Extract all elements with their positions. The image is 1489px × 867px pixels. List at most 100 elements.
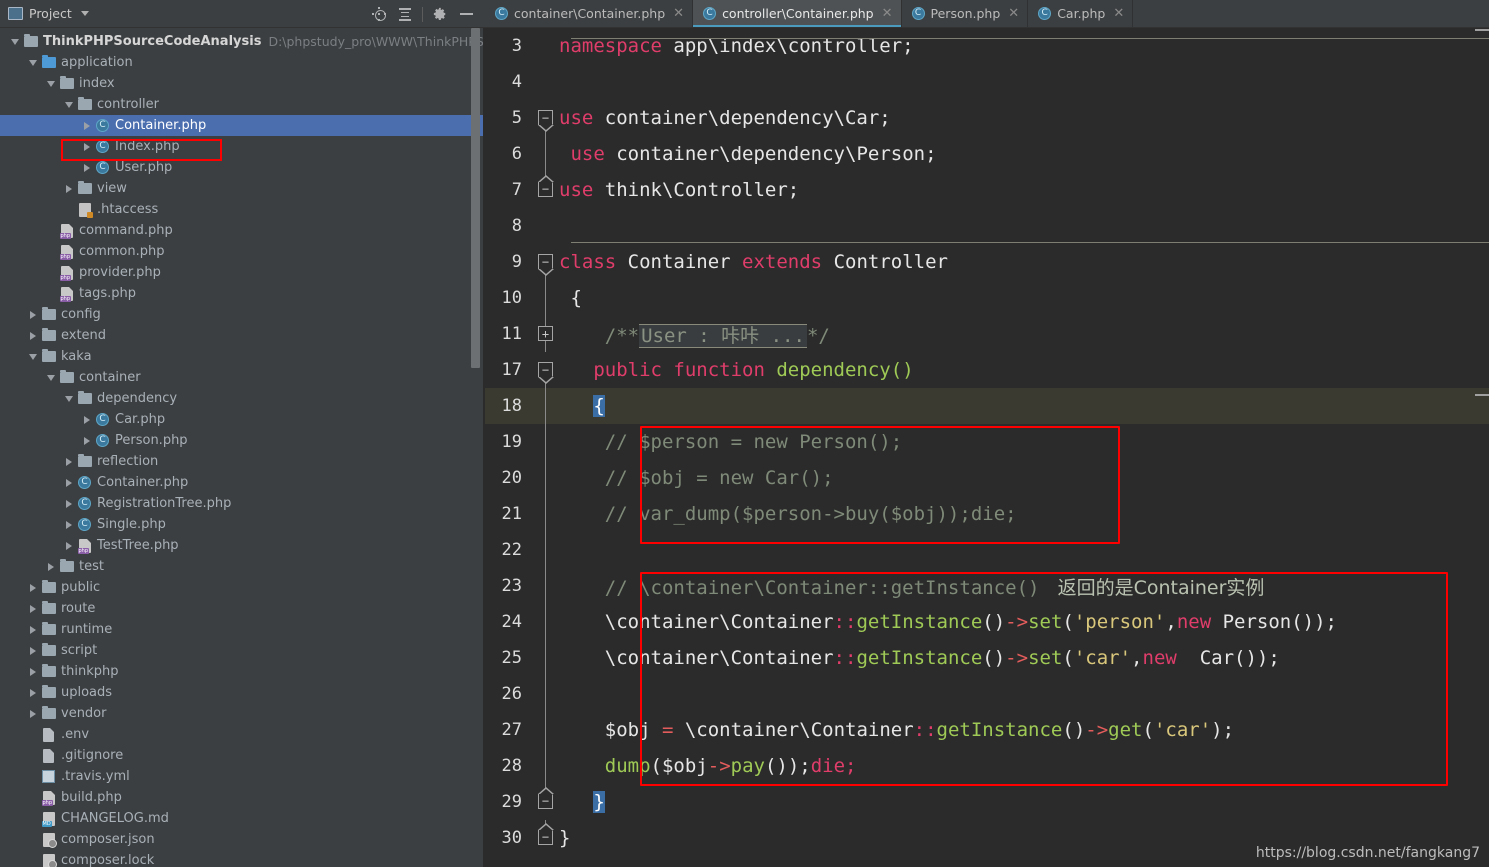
chevron-right-icon[interactable] <box>80 122 94 130</box>
gutter[interactable]: − <box>532 352 558 388</box>
gutter[interactable] <box>532 388 558 424</box>
chevron-right-icon[interactable] <box>44 563 58 571</box>
chevron-down-icon[interactable] <box>62 102 76 108</box>
tree-item-registrationtree-php[interactable]: C RegistrationTree.php <box>0 493 485 514</box>
tree-item-script[interactable]: script <box>0 640 485 661</box>
tree-item-htaccess[interactable]: .htaccess <box>0 199 485 220</box>
chevron-right-icon[interactable] <box>62 479 76 487</box>
tree-item-public[interactable]: public <box>0 577 485 598</box>
chevron-down-icon[interactable] <box>8 39 22 45</box>
chevron-right-icon[interactable] <box>26 605 40 613</box>
close-icon[interactable]: ✕ <box>882 7 893 20</box>
tree-item-uploads[interactable]: uploads <box>0 682 485 703</box>
tree-item-user-php[interactable]: C User.php <box>0 157 485 178</box>
chevron-right-icon[interactable] <box>26 668 40 676</box>
editor-tab-controller-container[interactable]: C controller\Container.php ✕ <box>693 0 902 27</box>
tree-item-application[interactable]: application <box>0 52 485 73</box>
tree-item-dependency[interactable]: dependency <box>0 388 485 409</box>
locate-icon[interactable] <box>366 1 392 27</box>
chevron-right-icon[interactable] <box>26 689 40 697</box>
close-icon[interactable]: ✕ <box>673 7 684 20</box>
gutter[interactable] <box>532 604 558 640</box>
sidebar-scrollbar-thumb[interactable] <box>471 28 480 368</box>
gutter[interactable]: − <box>532 100 558 136</box>
tree-item-config[interactable]: config <box>0 304 485 325</box>
tree-item-controller[interactable]: controller <box>0 94 485 115</box>
chevron-right-icon[interactable] <box>62 458 76 466</box>
tree-item-index[interactable]: index <box>0 73 485 94</box>
fold-collapse-icon[interactable]: − <box>538 110 554 132</box>
fold-collapse-icon[interactable]: − <box>538 823 554 845</box>
gutter[interactable]: − <box>532 820 558 856</box>
gutter[interactable] <box>532 712 558 748</box>
tree-item-route[interactable]: route <box>0 598 485 619</box>
chevron-right-icon[interactable] <box>80 437 94 445</box>
tree-item-kaka[interactable]: kaka <box>0 346 485 367</box>
tree-item-common-php[interactable]: common.php <box>0 241 485 262</box>
fold-collapse-icon[interactable]: − <box>538 175 554 197</box>
tree-item-person-php[interactable]: C Person.php <box>0 430 485 451</box>
gutter[interactable] <box>532 28 558 64</box>
project-panel-title-group[interactable]: Project <box>0 6 89 21</box>
chevron-right-icon[interactable] <box>62 521 76 529</box>
editor-tab-person[interactable]: C Person.php ✕ <box>902 0 1029 27</box>
chevron-right-icon[interactable] <box>26 710 40 718</box>
tree-item-gitignore[interactable]: .gitignore <box>0 745 485 766</box>
close-icon[interactable]: ✕ <box>1008 7 1019 20</box>
chevron-down-icon[interactable] <box>44 375 58 381</box>
chevron-right-icon[interactable] <box>80 416 94 424</box>
chevron-right-icon[interactable] <box>62 500 76 508</box>
gutter[interactable] <box>532 640 558 676</box>
chevron-right-icon[interactable] <box>26 311 40 319</box>
tree-item-composer-json[interactable]: composer.json <box>0 829 485 850</box>
gutter[interactable]: − <box>532 172 558 208</box>
tree-item-command-php[interactable]: command.php <box>0 220 485 241</box>
minimize-icon[interactable] <box>453 1 479 27</box>
gutter[interactable]: − <box>532 784 558 820</box>
chevron-right-icon[interactable] <box>26 332 40 340</box>
chevron-down-icon[interactable] <box>44 81 58 87</box>
chevron-right-icon[interactable] <box>62 185 76 193</box>
chevron-down-icon[interactable] <box>26 354 40 360</box>
tree-item-index-php[interactable]: C Index.php <box>0 136 485 157</box>
tree-item-vendor[interactable]: vendor <box>0 703 485 724</box>
tree-item-thinkphpsourcecodeanalysis[interactable]: ThinkPHPSourceCodeAnalysis D:\phpstudy_pr… <box>0 31 485 52</box>
code-editor[interactable]: 3 namespace app\index\controller; 4 5 − <box>485 28 1489 867</box>
gutter[interactable] <box>532 496 558 532</box>
chevron-right-icon[interactable] <box>80 143 94 151</box>
gutter[interactable] <box>532 208 558 244</box>
fold-collapse-icon[interactable]: − <box>538 254 554 276</box>
gutter[interactable] <box>532 136 558 172</box>
tree-item-build-php[interactable]: build.php <box>0 787 485 808</box>
gutter[interactable] <box>532 64 558 100</box>
close-icon[interactable]: ✕ <box>1113 7 1124 20</box>
gutter[interactable] <box>532 532 558 568</box>
tree-item-car-php[interactable]: C Car.php <box>0 409 485 430</box>
tree-item-thinkphp[interactable]: thinkphp <box>0 661 485 682</box>
chevron-down-icon[interactable] <box>80 11 89 16</box>
tree-item-container-php[interactable]: C Container.php <box>0 472 485 493</box>
tree-item-extend[interactable]: extend <box>0 325 485 346</box>
tree-item-reflection[interactable]: reflection <box>0 451 485 472</box>
editor-tab-car[interactable]: C Car.php ✕ <box>1028 0 1134 27</box>
gutter[interactable] <box>532 568 558 604</box>
gutter[interactable] <box>532 460 558 496</box>
collapse-all-icon[interactable] <box>392 1 418 27</box>
tree-item-container-php[interactable]: C Container.php <box>0 115 485 136</box>
gutter[interactable] <box>532 676 558 712</box>
tree-item-provider-php[interactable]: provider.php <box>0 262 485 283</box>
tree-item-tags-php[interactable]: tags.php <box>0 283 485 304</box>
tree-item-env[interactable]: .env <box>0 724 485 745</box>
chevron-right-icon[interactable] <box>26 626 40 634</box>
gutter[interactable] <box>532 748 558 784</box>
chevron-right-icon[interactable] <box>26 584 40 592</box>
tree-item-runtime[interactable]: runtime <box>0 619 485 640</box>
chevron-down-icon[interactable] <box>26 60 40 66</box>
gear-icon[interactable] <box>427 1 453 27</box>
tree-item-view[interactable]: view <box>0 178 485 199</box>
tree-item-composer-lock[interactable]: composer.lock <box>0 850 485 867</box>
tree-item-single-php[interactable]: C Single.php <box>0 514 485 535</box>
gutter[interactable] <box>532 280 558 316</box>
chevron-down-icon[interactable] <box>62 396 76 402</box>
tree-item-container[interactable]: container <box>0 367 485 388</box>
